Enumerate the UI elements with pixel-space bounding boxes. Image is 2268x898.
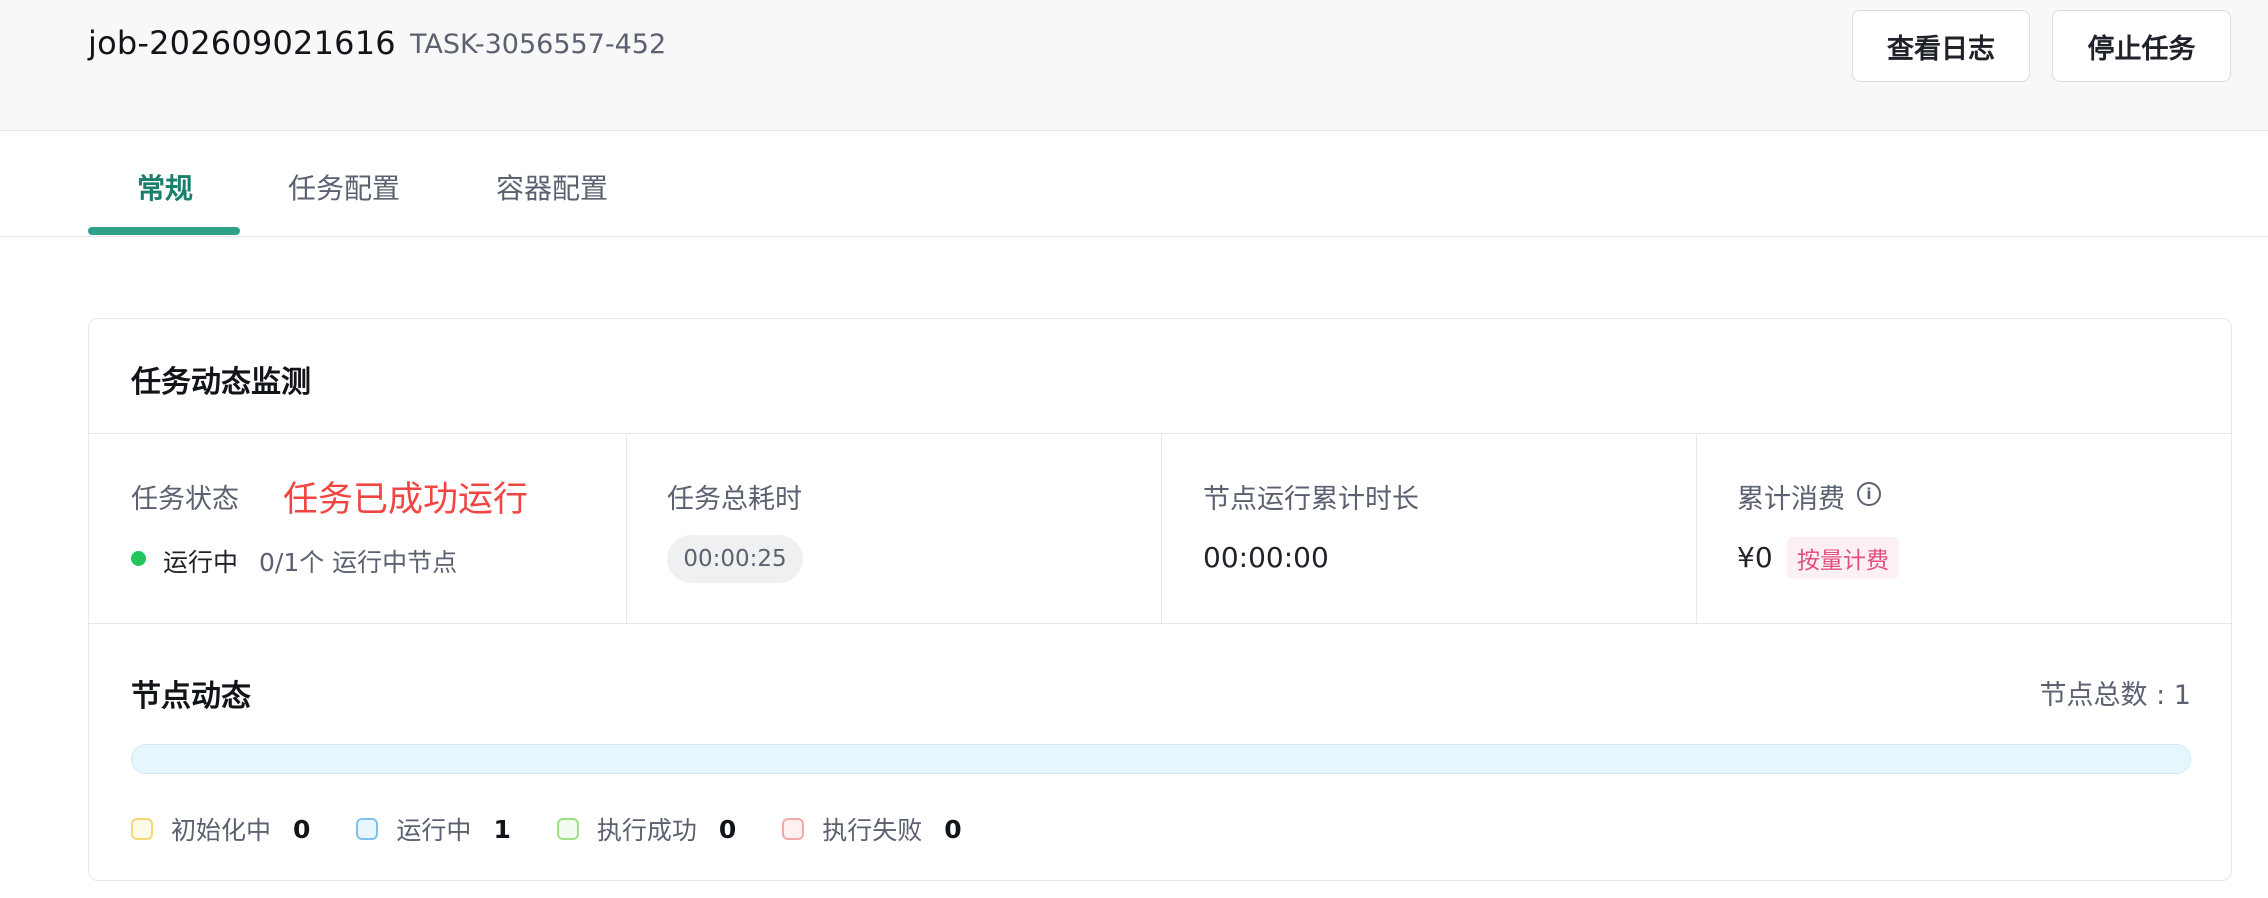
node-progress-fill [132, 745, 2190, 773]
node-runtime-label: 节点运行累计时长 [1203, 484, 1419, 515]
divider [89, 433, 2231, 434]
running-nodes-text: 0/1个 运行中节点 [259, 548, 458, 577]
total-duration-value: 00:00:25 [667, 535, 803, 583]
node-progress-bar [131, 744, 2191, 774]
legend-swatch [356, 818, 379, 840]
legend-swatch [556, 818, 579, 840]
tab-general[interactable]: 常规 [137, 167, 193, 207]
legend-count: 1 [493, 814, 511, 844]
task-id: TASK-3056557-452 [410, 29, 667, 60]
legend-label: 执行成功 [596, 816, 697, 845]
cost-label: 累计消费 [1737, 484, 1845, 515]
legend-swatch [782, 818, 805, 840]
node-runtime-value: 00:00:00 [1203, 541, 1329, 574]
billing-badge: 按量计费 [1787, 537, 1899, 579]
legend-label: 初始化中 [171, 816, 272, 845]
legend-count: 0 [293, 814, 311, 844]
task-monitor-card: 任务动态监测 任务状态 任务已成功运行 运行中 0/1个 运行中节点 任务总耗时… [88, 318, 2232, 881]
job-name: job-202609021616 [88, 24, 396, 62]
running-status-text: 运行中 [163, 548, 239, 577]
divider [1696, 433, 1697, 623]
legend-label: 执行失败 [822, 816, 923, 845]
divider [626, 433, 627, 623]
info-icon[interactable]: i [1857, 482, 1881, 506]
task-status-value: 任务已成功运行 [283, 480, 529, 520]
divider [1161, 433, 1162, 623]
card-title: 任务动态监测 [131, 365, 311, 400]
node-dynamics-title: 节点动态 [131, 679, 251, 714]
legend-item-initializing: 初始化中 0 [131, 811, 310, 847]
tab-bar: 常规 任务配置 容器配置 [0, 131, 2268, 237]
tab-container-config[interactable]: 容器配置 [496, 167, 608, 207]
legend-count: 0 [944, 814, 962, 844]
legend-swatch [131, 818, 153, 840]
tab-task-config[interactable]: 任务配置 [288, 167, 400, 207]
cost-value: ¥0 [1737, 541, 1773, 574]
total-duration-label: 任务总耗时 [667, 484, 802, 515]
running-dot-icon [131, 551, 146, 566]
legend-item-success: 执行成功 0 [556, 811, 737, 847]
divider [89, 623, 2231, 624]
legend-item-running: 运行中 1 [356, 811, 511, 847]
view-logs-button[interactable]: 查看日志 [1852, 10, 2030, 82]
page-header: job-202609021616 TASK-3056557-452 查看日志 停… [0, 0, 2268, 131]
active-tab-indicator [88, 227, 240, 235]
legend-item-failed: 执行失败 0 [782, 811, 962, 847]
task-status-label: 任务状态 [131, 484, 239, 515]
stop-task-button[interactable]: 停止任务 [2052, 10, 2231, 82]
legend-label: 运行中 [396, 816, 472, 845]
node-total-count: 节点总数 : 1 [2039, 680, 2191, 711]
node-status-legend: 初始化中 0 运行中 1 执行成功 0 执行失败 0 [131, 809, 1008, 849]
legend-count: 0 [718, 814, 737, 844]
